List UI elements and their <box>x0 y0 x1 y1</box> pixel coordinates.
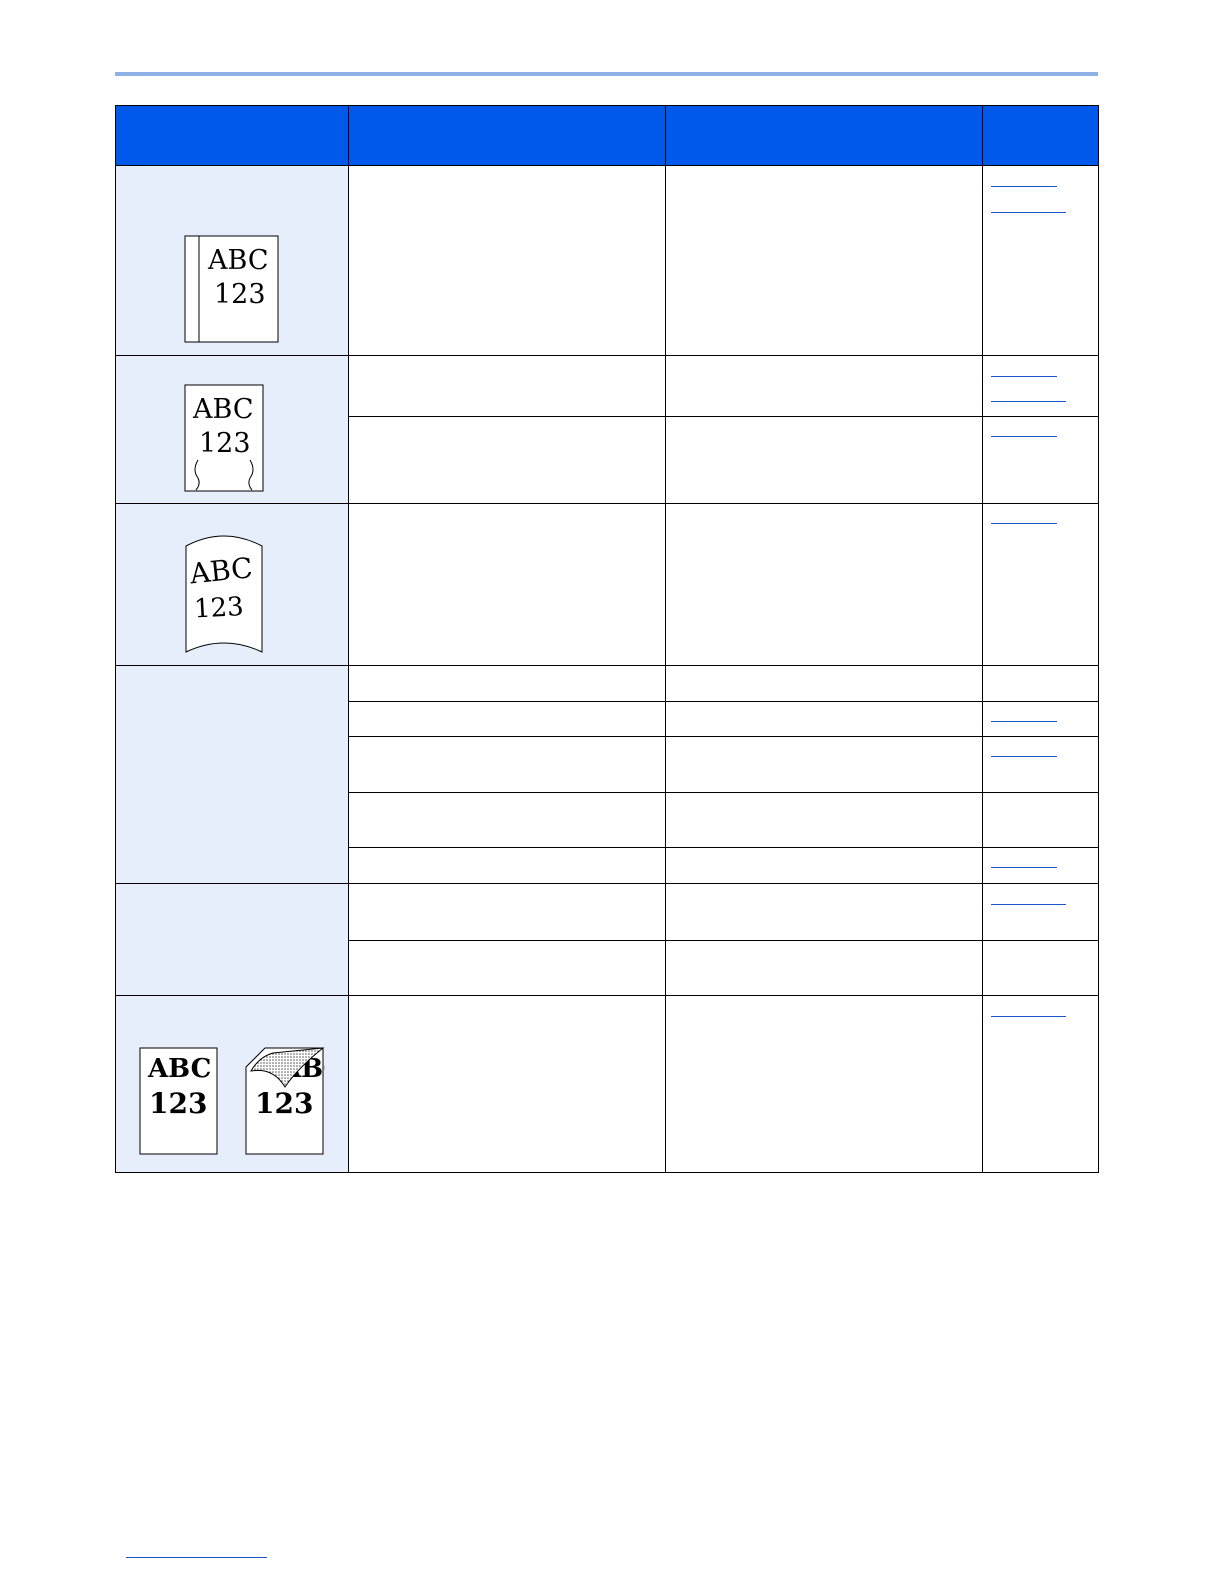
reference-link[interactable] <box>991 376 1057 377</box>
illustration-text-line1: ABC <box>187 551 254 590</box>
reference-link[interactable] <box>991 436 1057 437</box>
page-with-margin-line-image: ABC 123 <box>184 235 280 350</box>
action-cell <box>665 503 983 666</box>
reference-cell <box>982 665 1099 702</box>
reference-cell <box>982 940 1099 996</box>
table-row: ABC 123 ABC 123 <box>115 995 1099 1173</box>
symptom-cell-1: ABC 123 <box>115 165 349 356</box>
action-cell <box>665 355 983 417</box>
smudged-corner-page-image: ABC 123 <box>245 1047 344 1162</box>
footer-link[interactable] <box>126 1557 267 1558</box>
header-symptom <box>115 105 349 166</box>
page-with-wavy-edges-image: ABC 123 <box>184 384 266 499</box>
check-cell <box>348 792 666 848</box>
illustration-text-line2: 123 <box>199 428 251 459</box>
reference-link[interactable] <box>991 212 1066 213</box>
reference-cell <box>982 847 1099 884</box>
symptom-cell-4 <box>115 665 349 884</box>
check-cell <box>348 940 666 996</box>
header-check <box>348 105 666 166</box>
troubleshooting-table: ABC 123 ABC 123 ABC 123 ABC 123 B 123 <box>115 105 1099 1173</box>
reference-cell <box>982 736 1099 793</box>
check-cell <box>348 665 666 702</box>
illustration-text-line2: 123 <box>214 279 266 310</box>
check-cell <box>348 995 666 1173</box>
reference-link[interactable] <box>991 186 1057 187</box>
symptom-cell-6: ABC 123 ABC 123 <box>115 995 349 1173</box>
reference-cell <box>982 883 1099 941</box>
table-row: ABC 123 <box>115 503 1099 666</box>
action-cell <box>665 701 983 737</box>
reference-link[interactable] <box>991 721 1057 722</box>
table-header-row <box>115 105 1099 166</box>
illustration-text-line2: 123 <box>255 1087 313 1120</box>
check-cell <box>348 165 666 356</box>
reference-cell <box>982 416 1099 504</box>
table-row: ABC 123 <box>115 355 1099 504</box>
reference-link[interactable] <box>991 756 1057 757</box>
illustration-text-line2: 123 <box>149 1087 207 1120</box>
illustration-text-line1: ABC <box>207 245 269 276</box>
action-cell <box>665 416 983 504</box>
illustration-text-line1: ABC <box>192 394 254 425</box>
action-cell <box>665 995 983 1173</box>
reference-link[interactable] <box>991 1016 1066 1017</box>
illustration-text-line1: ABC <box>147 1054 211 1084</box>
reference-cell <box>982 701 1099 737</box>
table-row <box>115 883 1099 996</box>
check-cell <box>348 847 666 884</box>
normal-page-image: ABC 123 <box>139 1047 219 1162</box>
check-cell <box>348 503 666 666</box>
reference-link[interactable] <box>991 401 1066 402</box>
check-cell <box>348 883 666 941</box>
check-cell <box>348 736 666 793</box>
check-cell <box>348 701 666 737</box>
header-action <box>665 105 983 166</box>
reference-link[interactable] <box>991 867 1057 868</box>
check-cell <box>348 355 666 417</box>
illustration-text-line2: 123 <box>193 592 244 625</box>
reference-cell <box>982 792 1099 848</box>
symptom-cell-3: ABC 123 <box>115 503 349 666</box>
action-cell <box>665 736 983 793</box>
header-reference <box>982 105 1099 166</box>
action-cell <box>665 792 983 848</box>
reference-cell <box>982 503 1099 666</box>
action-cell <box>665 847 983 884</box>
reference-link[interactable] <box>991 904 1066 905</box>
reference-cell <box>982 355 1099 417</box>
table-row: ABC 123 <box>115 165 1099 356</box>
reference-cell <box>982 995 1099 1173</box>
symptom-cell-5 <box>115 883 349 996</box>
reference-cell <box>982 165 1099 356</box>
action-cell <box>665 665 983 702</box>
header-rule <box>115 72 1098 76</box>
action-cell <box>665 883 983 941</box>
table-row <box>115 665 1099 884</box>
action-cell <box>665 165 983 356</box>
symptom-cell-2: ABC 123 <box>115 355 349 504</box>
reference-link[interactable] <box>991 523 1057 524</box>
action-cell <box>665 940 983 996</box>
check-cell <box>348 416 666 504</box>
curled-page-image: ABC 123 <box>184 532 268 661</box>
